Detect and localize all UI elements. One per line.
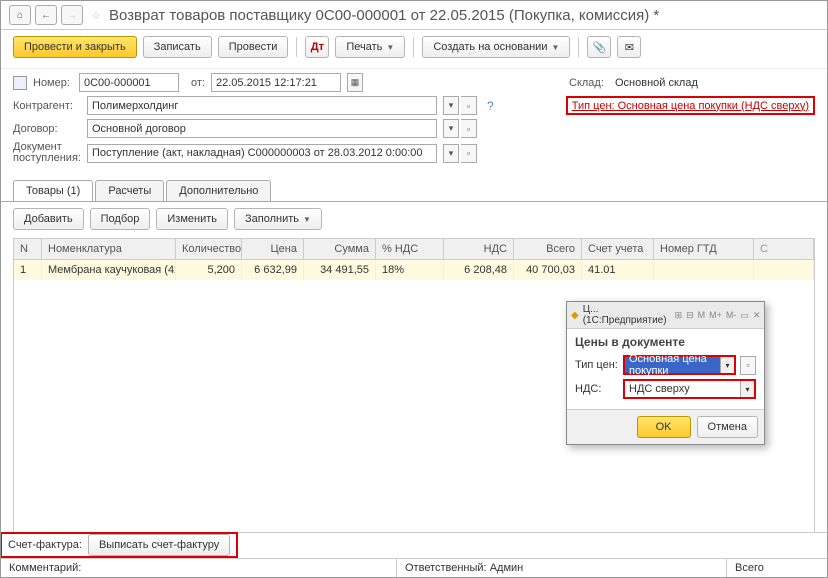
warehouse-value: Основной склад — [615, 77, 815, 89]
contract-dropdown[interactable]: ▾ — [443, 119, 459, 138]
col-n[interactable]: N — [14, 239, 42, 259]
col-total[interactable]: Всего — [514, 239, 582, 259]
favorite-icon[interactable]: ☆ — [87, 6, 105, 24]
popup-price-type-value: Основная цена покупки — [625, 357, 720, 373]
popup-cancel-button[interactable]: Отмена — [697, 416, 758, 438]
comment-row: Комментарий: Ответственный: Админ Всего — [1, 558, 827, 577]
contract-input[interactable]: Основной договор — [87, 119, 437, 138]
doc-status-icon — [13, 76, 27, 90]
popup-tool-m[interactable]: M — [698, 309, 706, 322]
popup-ok-button[interactable]: OK — [637, 416, 691, 438]
titlebar: ⌂ ← → ☆ Возврат товаров поставщику 0С00-… — [1, 1, 827, 30]
receipt-dropdown[interactable]: ▾ — [443, 144, 459, 163]
counterparty-dropdown[interactable]: ▾ — [443, 96, 459, 115]
grid-header: N Номенклатура Количество Цена Сумма % Н… — [14, 239, 814, 260]
comment-label: Комментарий: — [9, 562, 81, 574]
col-rest: С — [754, 239, 814, 259]
col-gtd[interactable]: Номер ГТД — [654, 239, 754, 259]
write-invoice-button[interactable]: Выписать счет-фактуру — [88, 534, 230, 556]
popup-heading: Цены в документе — [575, 335, 756, 349]
col-qty[interactable]: Количество — [176, 239, 242, 259]
col-price[interactable]: Цена — [242, 239, 304, 259]
counterparty-open[interactable]: ▫ — [461, 96, 477, 115]
popup-vat-dropdown[interactable]: ▾ — [740, 381, 754, 397]
select-button[interactable]: Подбор — [90, 208, 151, 230]
popup-vat-field[interactable]: НДС сверху ▾ — [623, 379, 756, 399]
post-button[interactable]: Провести — [218, 36, 289, 58]
table-row[interactable]: 1 Мембрана каучуковая (4x1... 5,200 6 63… — [14, 260, 814, 280]
form-area: Номер: 0С00-000001 от: 22.05.2015 12:17:… — [1, 69, 827, 174]
tabs: Товары (1) Расчеты Дополнительно — [1, 180, 827, 202]
popup-price-type-dropdown[interactable]: ▾ — [720, 357, 734, 373]
number-label: Номер: — [33, 77, 73, 89]
fill-button[interactable]: Заполнить▼ — [234, 208, 322, 230]
warehouse-label: Склад: — [569, 77, 609, 89]
popup-tool-1[interactable]: ⊞ — [675, 309, 683, 322]
popup-price-type-label: Тип цен: — [575, 359, 619, 371]
date-input[interactable]: 22.05.2015 12:17:21 — [211, 73, 341, 92]
print-button[interactable]: Печать▼ — [335, 36, 405, 58]
receipt-label: Документ поступления: — [13, 142, 81, 164]
receipt-open[interactable]: ▫ — [461, 144, 477, 163]
popup-tool-m2[interactable]: M+ — [709, 309, 722, 322]
counterparty-input[interactable]: Полимерхолдинг — [87, 96, 437, 115]
col-vat[interactable]: НДС — [444, 239, 514, 259]
back-button[interactable]: ← — [35, 5, 57, 25]
responsible-label: Ответственный: — [405, 562, 487, 574]
responsible-value: Админ — [490, 562, 524, 574]
popup-tool-2[interactable]: ⊟ — [686, 309, 694, 322]
total-label: Всего — [735, 562, 764, 574]
main-toolbar: Провести и закрыть Записать Провести Дт … — [1, 30, 827, 69]
popup-vat-label: НДС: — [575, 383, 619, 395]
prices-popup: ◆ Ц... (1С:Предприятие) ⊞ ⊟ M M+ M- ▭ ✕ … — [566, 301, 765, 445]
counterparty-help-icon[interactable]: ? — [487, 99, 494, 113]
popup-close-icon[interactable]: ✕ — [753, 309, 761, 322]
date-calendar-button[interactable]: ▦ — [347, 73, 363, 92]
bottom-bar: Счет-фактура: Выписать счет-фактуру Комм… — [1, 532, 827, 577]
invoice-label: Счет-фактура: — [8, 539, 82, 551]
col-sum[interactable]: Сумма — [304, 239, 376, 259]
popup-tool-m3[interactable]: M- — [726, 309, 737, 322]
grid-toolbar: Добавить Подбор Изменить Заполнить▼ — [1, 202, 827, 236]
dt-kt-button[interactable]: Дт — [305, 36, 329, 58]
create-based-button[interactable]: Создать на основании▼ — [422, 36, 570, 58]
from-label: от: — [185, 77, 205, 89]
save-button[interactable]: Записать — [143, 36, 212, 58]
col-vatp[interactable]: % НДС — [376, 239, 444, 259]
contract-open[interactable]: ▫ — [461, 119, 477, 138]
popup-min-icon[interactable]: ▭ — [740, 309, 749, 322]
popup-price-type-field[interactable]: Основная цена покупки ▾ — [623, 355, 736, 375]
email-button[interactable]: ✉ — [617, 36, 641, 58]
forward-button[interactable]: → — [61, 5, 83, 25]
app-window: ⌂ ← → ☆ Возврат товаров поставщику 0С00-… — [0, 0, 828, 578]
change-button[interactable]: Изменить — [156, 208, 228, 230]
counterparty-label: Контрагент: — [13, 100, 81, 112]
add-row-button[interactable]: Добавить — [13, 208, 84, 230]
popup-titlebar[interactable]: ◆ Ц... (1С:Предприятие) ⊞ ⊟ M M+ M- ▭ ✕ — [567, 302, 764, 329]
attach-button[interactable]: 📎 — [587, 36, 611, 58]
post-and-close-button[interactable]: Провести и закрыть — [13, 36, 137, 58]
price-type-link[interactable]: Тип цен: Основная цена покупки (НДС свер… — [572, 100, 809, 112]
receipt-input[interactable]: Поступление (акт, накладная) С000000003 … — [87, 144, 437, 163]
col-nom[interactable]: Номенклатура — [42, 239, 176, 259]
col-acc[interactable]: Счет учета — [582, 239, 654, 259]
contract-label: Договор: — [13, 123, 81, 135]
popup-window-tag: Ц... (1С:Предприятие) — [583, 304, 667, 326]
tab-extra[interactable]: Дополнительно — [166, 180, 271, 201]
home-button[interactable]: ⌂ — [9, 5, 31, 25]
tab-settlements[interactable]: Расчеты — [95, 180, 164, 201]
tab-goods[interactable]: Товары (1) — [13, 180, 93, 201]
popup-vat-value: НДС сверху — [625, 381, 740, 397]
number-input[interactable]: 0С00-000001 — [79, 73, 179, 92]
price-type-link-box: Тип цен: Основная цена покупки (НДС свер… — [566, 96, 815, 115]
page-title: Возврат товаров поставщику 0С00-000001 о… — [109, 7, 659, 24]
app-icon: ◆ — [571, 310, 579, 321]
popup-price-type-open[interactable]: ▫ — [740, 356, 756, 375]
